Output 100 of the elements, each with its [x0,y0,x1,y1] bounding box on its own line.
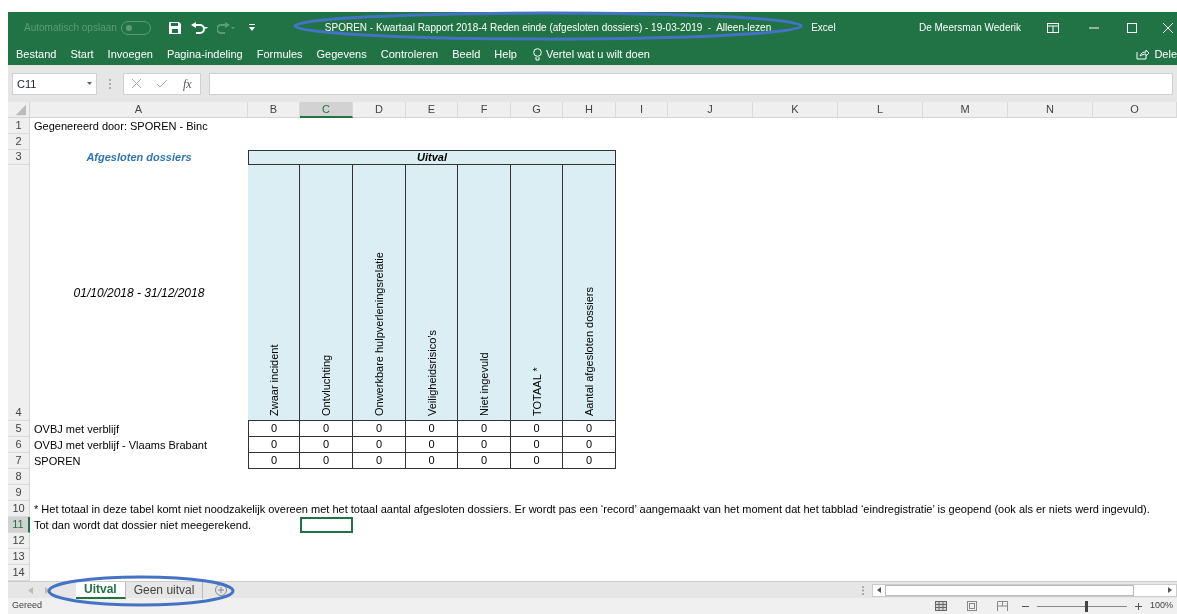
ribbon-display-icon[interactable] [1047,22,1059,33]
ribbon-tab[interactable]: Controleren [380,46,439,63]
table-cell: 0 [353,453,406,470]
table-cell: 0 [458,453,511,470]
column-header[interactable]: O [1093,102,1177,119]
close-icon[interactable] [1163,22,1173,33]
normal-view-icon[interactable] [934,601,947,612]
column-header[interactable]: H [563,102,616,119]
row-header[interactable]: 7 [8,453,30,470]
table-cell: 0 [406,453,458,470]
add-sheet-icon[interactable] [215,584,228,597]
tell-me-field[interactable]: Vertel wat u wilt doen [545,46,650,63]
row-header[interactable]: 9 [8,485,30,502]
table-cell: 0 [300,453,353,470]
row-header[interactable]: 11 [8,517,30,534]
scroll-left-icon[interactable] [877,587,881,594]
column-header[interactable]: K [753,102,838,119]
row-header[interactable]: 5 [8,421,30,438]
table-cell: 0 [406,421,458,438]
autosave-label: Automatisch opslaan [24,21,117,36]
table-header-cell: Niet ingevuld [458,165,511,422]
table-cell: 0 [300,437,353,454]
formula-input[interactable] [208,72,1173,95]
name-box[interactable]: C11 [12,72,97,95]
row-header[interactable]: 6 [8,437,30,454]
zoom-in-icon[interactable] [1134,602,1142,610]
save-icon[interactable] [168,21,181,34]
table-header-cell: TOTAAL * [511,165,563,422]
row-header[interactable]: 4 [8,165,30,422]
table-header-cell: Ontvluchting [300,165,353,422]
app-name: Excel [811,21,836,36]
ribbon-tab[interactable]: Help [494,46,517,63]
active-cell[interactable] [300,517,353,534]
column-header[interactable]: D [353,102,406,119]
ribbon-tab[interactable]: Start [70,46,94,63]
window-title: SPOREN - Kwartaal Rapport 2018-4 Reden einde (afgesloten dossiers) - 19-03-2019 - Alleen-lezen [324,22,772,34]
period-text: 01/10/2018 - 31/12/2018 [72,285,206,303]
table-cell: 0 [248,421,300,438]
table-header-cell: Uitval [248,150,616,166]
row-header[interactable]: 13 [8,549,30,566]
ribbon-tab[interactable]: Formules [256,46,303,63]
column-header[interactable]: B [248,102,300,119]
column-header[interactable]: C [300,102,353,119]
row-header[interactable]: 3 [8,150,30,166]
table-header-cell: Zwaar incident [248,165,300,422]
note-text: * Het totaal in deze tabel komt niet noodzakelijk overeen met het totaal aantal afgesloten dossiers. Er wordt pas een ‘record’ aangemaakt van het moment dat het tabblad ‘eindregistratie’ is geopend (ook als er niets werd ingevuld). [33,501,1150,517]
column-header[interactable]: E [406,102,458,119]
row-header[interactable]: 2 [8,134,30,151]
ribbon-tab[interactable]: Bestand [16,46,57,63]
undo-icon[interactable] [190,21,209,34]
row-header[interactable]: 14 [8,565,30,582]
column-header[interactable]: A [30,102,248,119]
ribbon-tab[interactable]: Beeld [452,46,481,63]
column-header[interactable]: I [616,102,668,119]
share-button[interactable]: Dele [1136,46,1177,63]
table-header-cell: Aantal afgesloten dossiers [563,165,616,422]
table-cell: 0 [458,437,511,454]
table-cell: 0 [511,437,563,454]
table-cell: 0 [563,421,616,438]
column-header[interactable]: G [511,102,563,119]
row-label: OVBJ met verblijf [33,421,120,437]
lightbulb-icon [532,48,542,62]
ribbon-tab[interactable]: Pagina-indeling [166,46,243,63]
column-header[interactable]: M [923,102,1008,119]
customize-icon[interactable] [248,23,255,32]
redo-icon [216,21,235,34]
table-cell: 0 [511,421,563,438]
scroll-right-icon[interactable] [1168,587,1172,594]
insert-function-button[interactable]: fx [183,74,192,93]
table-cell: 0 [248,437,300,454]
row-header[interactable]: 1 [8,118,30,135]
page-layout-icon[interactable] [966,601,977,612]
slider-thumb[interactable] [1084,600,1088,612]
table-cell: 0 [353,437,406,454]
table-cell: 0 [458,421,511,438]
page-break-icon[interactable] [996,601,1008,612]
row-header[interactable]: 8 [8,469,30,486]
table-header-cell: Veiligheidsrisico’s [406,165,458,422]
ribbon-tab[interactable]: Gegevens [316,46,367,63]
horizontal-scrollbar[interactable] [872,583,1177,597]
table-cell: 0 [563,437,616,454]
column-header[interactable]: N [1008,102,1093,119]
table-cell: 0 [406,437,458,454]
section-title: Afgesloten dossiers [85,150,193,166]
note-text: Tot dan wordt dat dossier niet meegerekend. [33,517,252,533]
column-header[interactable]: F [458,102,511,119]
row-header[interactable]: 12 [8,533,30,550]
maximize-icon[interactable] [1127,22,1137,33]
scrollbar-thumb[interactable] [885,584,1134,596]
row-header[interactable]: 10 [8,501,30,518]
zoom-level[interactable]: 100% [1149,599,1173,613]
column-header[interactable]: L [838,102,923,119]
cell-text: Gegenereerd door: SPOREN - Binc [33,118,209,134]
share-icon [1136,49,1150,61]
table-cell: 0 [563,453,616,470]
column-header[interactable]: J [668,102,753,119]
scroll-right-icon[interactable] [45,586,50,594]
sheet-tab[interactable]: Uitval [76,581,126,599]
ribbon-tab[interactable]: Invoegen [107,46,153,63]
table-cell: 0 [300,421,353,438]
